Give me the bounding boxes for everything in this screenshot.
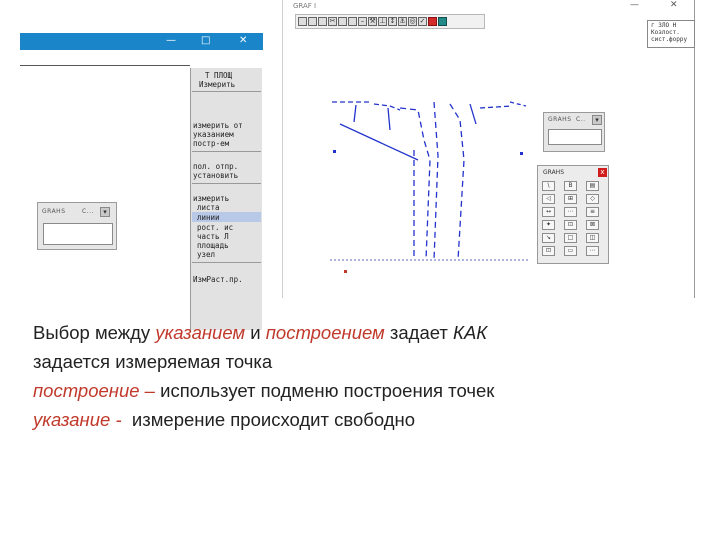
caption-fragment: измерение происходит свободно [121, 409, 416, 430]
menu-header: Т ПЛОЩ [205, 71, 233, 80]
palette-dots: C... [82, 208, 94, 215]
tool-button[interactable]: ◁ [542, 194, 555, 204]
print-icon[interactable] [318, 17, 327, 26]
tool-button[interactable]: ↔ [542, 207, 555, 217]
minimize-button[interactable]: — [166, 35, 176, 46]
tool-button[interactable]: ⊠ [586, 220, 599, 230]
tool-button[interactable]: B [564, 181, 577, 191]
caption-text: Выбор между указанием и построением зада… [33, 318, 693, 434]
caption-fragment: и [245, 322, 266, 343]
menu-item-lines[interactable]: линии [197, 213, 220, 222]
menu-item-by-construction[interactable]: постр-ем [193, 139, 229, 148]
caption-keyword-pointing: указание - [33, 409, 122, 430]
tool-button[interactable]: ✦ [542, 220, 555, 230]
caption-line-1: Выбор между указанием и построением зада… [33, 318, 693, 347]
left-window: — □ ✕ Т ПЛОЩ Измерить измерить от указан… [20, 33, 263, 330]
tool-button[interactable]: ◫ [586, 233, 599, 243]
menu-item-part[interactable]: часть Л [197, 232, 229, 241]
icon-toolbar: ✂ – ⚒ ⊥ ↕ ⚓ ◎ ✓ [295, 14, 485, 29]
measure-icon[interactable]: ⊥ [378, 17, 387, 26]
palette-title: GRAHS [42, 208, 66, 215]
anchor-icon[interactable]: ⚓ [398, 17, 407, 26]
caption-line-4: указание - измерение происходит свободно [33, 405, 693, 434]
caption-keyword-pointing: указанием [155, 322, 246, 343]
menu-item-pol[interactable]: пол. отпр. [193, 162, 238, 171]
palette-input[interactable] [548, 129, 602, 145]
paste-icon[interactable] [348, 17, 357, 26]
stop-icon[interactable] [428, 17, 437, 26]
tool-grid: \ B ▤ ◁ ⊞ ◇ ↔ ⋯ ≡ ✦ ⊡ ⊠ ↘ □ ◫ ⊡ ▭ ⋯ [542, 181, 606, 261]
caption-fragment: задает [384, 322, 454, 343]
info-line: г ЗЛО Н [651, 22, 677, 29]
graphs-tool-palette: GRAHS x \ B ▤ ◁ ⊞ ◇ ↔ ⋯ ≡ ✦ ⊡ ⊠ ↘ □ ◫ ⊡ … [537, 165, 609, 264]
caption-line-3: построение – использует подменю построен… [33, 376, 693, 405]
tool-button[interactable]: ⋯ [564, 207, 577, 217]
menu-item-sheet[interactable]: листа [197, 203, 220, 212]
pattern-drawing [330, 101, 530, 273]
tool-button[interactable]: ▤ [586, 181, 599, 191]
dash-icon[interactable]: – [358, 17, 367, 26]
menu-item-measure-dist[interactable]: ИзмРаст.пр. [193, 275, 243, 284]
palette-dropdown-icon[interactable]: ▾ [592, 115, 602, 125]
tool-button[interactable]: ⊡ [542, 246, 555, 256]
save-icon[interactable] [308, 17, 317, 26]
target-icon[interactable]: ◎ [408, 17, 417, 26]
divider [20, 65, 190, 66]
menu-item-growth[interactable]: рост. ис [197, 223, 233, 232]
caption-fragment: Выбор между [33, 322, 156, 343]
menu-item-node[interactable]: узел [197, 250, 215, 259]
caption-keyword-how: КАК [453, 322, 488, 343]
menu-separator [192, 262, 261, 263]
menu-separator [192, 183, 261, 184]
tool-button[interactable]: ⊡ [564, 220, 577, 230]
left-window-titlebar: — □ ✕ [20, 33, 263, 50]
graphs-palette-right: GRAHS C.. ▾ [543, 112, 605, 152]
palette-dropdown-icon[interactable]: ▾ [100, 207, 110, 217]
caption-fragment: использует подменю построения точек [154, 380, 495, 401]
palette-dots: C.. [576, 116, 586, 123]
check-icon[interactable]: ✓ [418, 17, 427, 26]
palette-input[interactable] [43, 223, 113, 245]
menu-item-by-pointing[interactable]: указанием [193, 130, 234, 139]
caption-keyword-construction: построением [265, 322, 385, 343]
restore-button[interactable]: □ [201, 35, 210, 46]
tool-button[interactable]: ⊞ [564, 194, 577, 204]
menu-item-install[interactable]: установить [193, 171, 238, 180]
caption-line-2: задается измеряемая точка [33, 351, 273, 372]
tool-button[interactable]: ⋯ [586, 246, 599, 256]
app-close-button[interactable]: ✕ [670, 0, 678, 10]
menu-separator [192, 151, 261, 152]
menu-separator [192, 91, 261, 92]
app-window-title: GRAF I [293, 2, 317, 10]
app-minimize-button[interactable]: — [630, 0, 639, 10]
close-button[interactable]: ✕ [239, 35, 247, 46]
close-button[interactable]: x [598, 168, 607, 177]
info-line: сист.форру [651, 36, 688, 43]
new-icon[interactable] [298, 17, 307, 26]
copy-icon[interactable] [338, 17, 347, 26]
measure-menu-panel: Т ПЛОЩ Измерить измерить от указанием по… [190, 68, 262, 330]
graphs-palette-left: GRAHS C... ▾ [37, 202, 117, 250]
scissors-icon[interactable]: ✂ [328, 17, 337, 26]
tool-button[interactable]: ≡ [586, 207, 599, 217]
menu-item-measure-from[interactable]: измерить от [193, 121, 243, 130]
arrows-icon[interactable]: ↕ [388, 17, 397, 26]
tool-button[interactable]: ◇ [586, 194, 599, 204]
tool-button[interactable]: ↘ [542, 233, 555, 243]
menu-item-measure-2[interactable]: измерить [193, 194, 229, 203]
tool-button[interactable]: ▭ [564, 246, 577, 256]
palette-title: GRAHS [548, 116, 572, 123]
menu-item-area[interactable]: площадь [197, 241, 229, 250]
right-info-panel: г ЗЛО Н Козлост. сист.форру [647, 20, 695, 48]
palette-title: GRAHS [543, 169, 564, 176]
tool-button[interactable]: \ [542, 181, 555, 191]
tool-button[interactable]: □ [564, 233, 577, 243]
menu-item-measure[interactable]: Измерить [199, 80, 235, 89]
caption-keyword-construction: построение – [33, 380, 155, 401]
info-line: Козлост. [651, 29, 680, 36]
monitor-icon[interactable] [438, 17, 447, 26]
tool-icon[interactable]: ⚒ [368, 17, 377, 26]
